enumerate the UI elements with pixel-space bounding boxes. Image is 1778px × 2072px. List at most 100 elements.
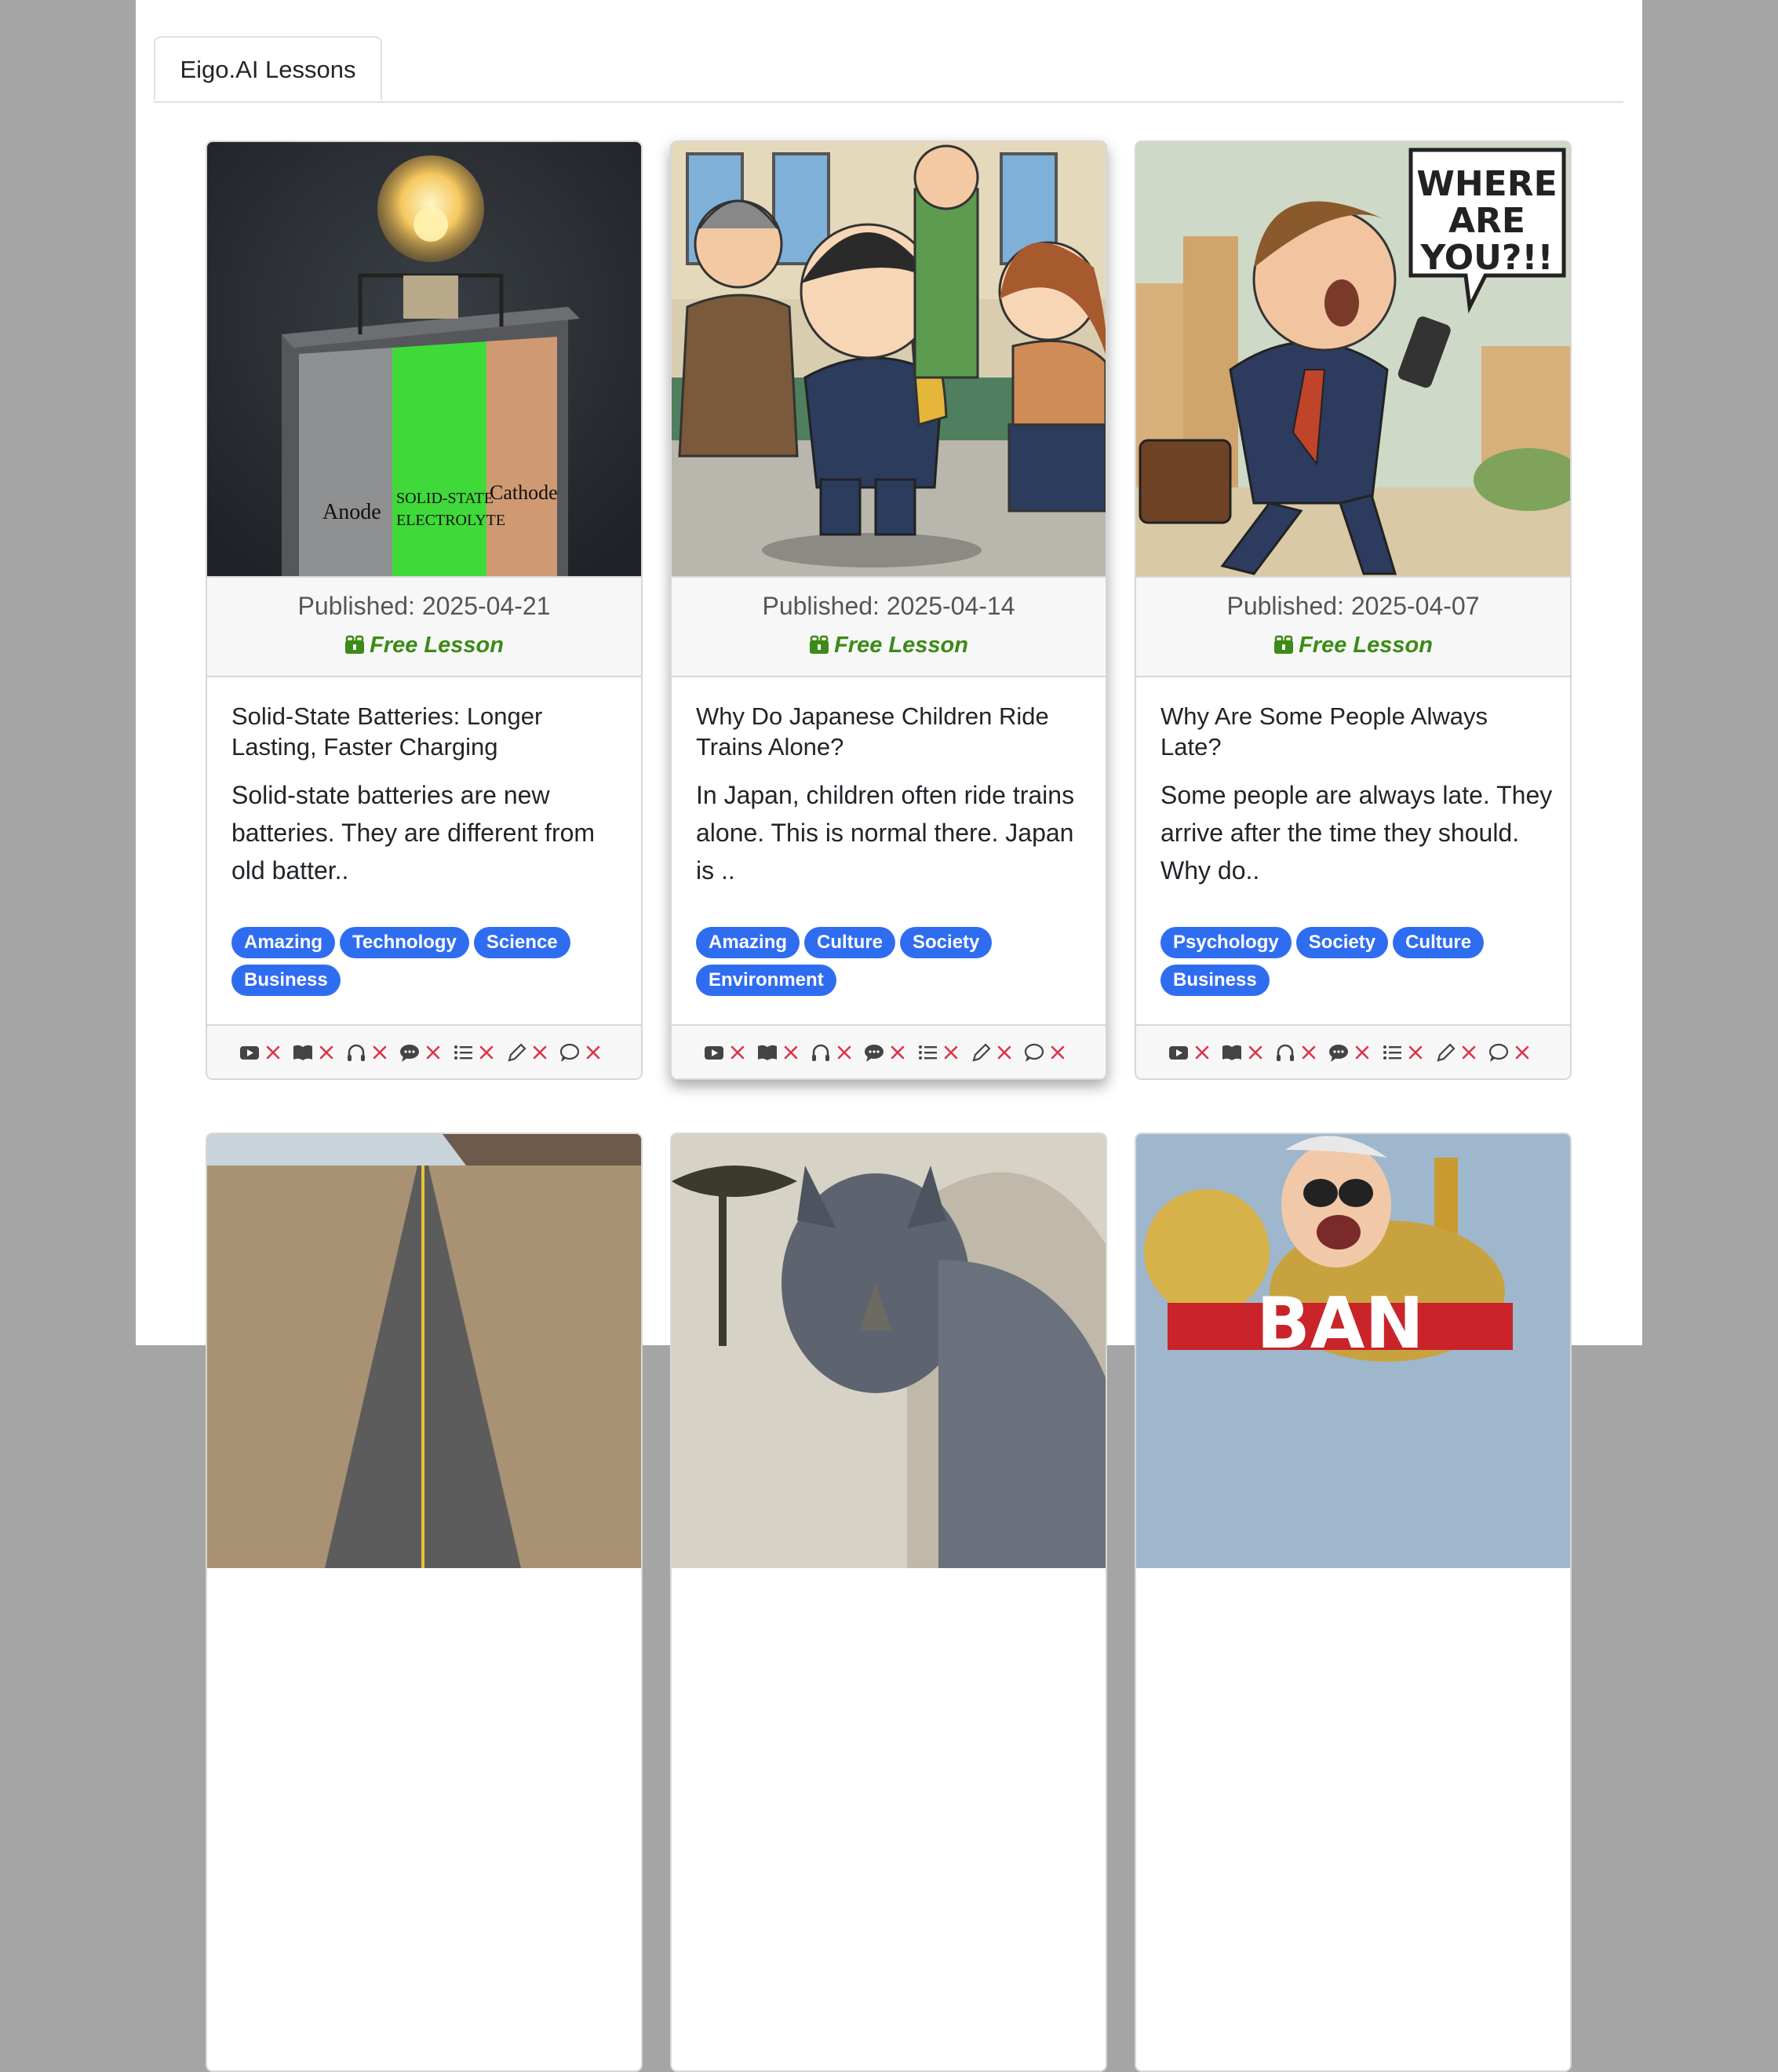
lesson-meta: Published: 2025-04-07 Free Lesson [1136,576,1570,677]
book-icon [1222,1045,1241,1060]
free-lesson-badge: Free Lesson [1136,633,1570,658]
free-lesson-label: Free Lesson [370,633,504,658]
lesson-status-bar [1136,1024,1570,1078]
tab-bar: Eigo.AI Lessons [154,36,1623,103]
tag-list: Amazing Technology Science Business [231,927,624,1002]
cross-icon [944,1045,957,1060]
cross-icon [426,1045,439,1060]
pencil-icon [971,1043,991,1062]
lesson-body: Why Do Japanese Children Ride Trains Alo… [696,701,1088,889]
video-icon [704,1045,723,1060]
lesson-description: Solid-state batteries are new batteries.… [231,781,596,885]
lesson-image-train[interactable] [672,142,1106,576]
lesson-image-battery[interactable]: Anode SOLID-STATE ELECTROLYTE Cathode [207,142,641,576]
lesson-image-rhino[interactable] [672,1134,1106,1568]
cross-icon [731,1045,744,1060]
lesson-meta: Published: 2025-04-21 Free Lesson [207,576,641,677]
cross-icon [373,1045,386,1060]
cross-icon [891,1045,904,1060]
pencil-icon [1436,1043,1456,1062]
list-icon [454,1045,472,1060]
gift-icon [345,635,365,654]
lesson-description: Some people are always late. They arrive… [1160,781,1553,885]
lesson-card[interactable] [670,1133,1107,2072]
tag-business[interactable]: Business [1160,965,1270,996]
lesson-card[interactable] [206,1133,643,2072]
list-icon [918,1045,937,1060]
lesson-title[interactable]: Solid-State Batteries: Longer Lasting, F… [231,701,624,762]
cross-icon [319,1045,333,1060]
tag-culture[interactable]: Culture [1393,927,1485,958]
tag-society[interactable]: Society [900,927,993,958]
chat-icon [1328,1044,1348,1062]
cross-icon [1302,1045,1315,1060]
tag-psychology[interactable]: Psychology [1160,927,1292,958]
cross-icon [1195,1045,1208,1060]
lesson-card[interactable]: WHERE ARE YOU?!! Published: 2025-04-07 F… [1135,140,1572,1080]
tab-eigo-ai-lessons[interactable]: Eigo.AI Lessons [154,36,382,100]
tag-amazing[interactable]: Amazing [231,927,336,958]
lesson-title[interactable]: Why Do Japanese Children Ride Trains Alo… [696,701,1088,762]
chat-icon [864,1044,884,1062]
cross-icon [1515,1045,1528,1060]
tag-environment[interactable]: Environment [696,965,836,996]
cross-icon [1355,1045,1368,1060]
headphones-icon [811,1044,829,1061]
cross-icon [533,1045,546,1060]
tag-culture[interactable]: Culture [804,927,896,958]
lesson-card[interactable]: BAN [1135,1133,1572,2072]
lesson-image-ban[interactable]: BAN [1136,1134,1570,1568]
electrolyte-label-1: SOLID-STATE [396,490,494,507]
tag-society[interactable]: Society [1295,927,1389,958]
comment-icon [559,1043,579,1062]
electrolyte-label-2: ELECTROLYTE [396,512,505,529]
cross-icon [837,1045,851,1060]
free-lesson-badge: Free Lesson [207,633,641,658]
published-date: Published: 2025-04-07 [1226,592,1480,620]
speech-bubble-line-1: WHERE [1416,164,1557,204]
lesson-description: In Japan, children often ride trains alo… [696,781,1075,885]
tag-amazing[interactable]: Amazing [696,927,800,958]
cross-icon [1462,1045,1475,1060]
lesson-card[interactable]: Anode SOLID-STATE ELECTROLYTE Cathode Pu… [206,140,643,1080]
page: Eigo.AI Lessons Anode SOLID-STATE ELECTR… [136,0,1642,2072]
lesson-meta: Published: 2025-04-14 Free Lesson [672,576,1106,677]
published-date: Published: 2025-04-21 [297,592,551,620]
lesson-status-bar [672,1024,1106,1078]
book-icon [757,1045,777,1060]
free-lesson-label: Free Lesson [834,633,968,658]
lesson-card[interactable]: Published: 2025-04-14 Free Lesson Why Do… [670,140,1107,1080]
cross-icon [586,1045,599,1060]
headphones-icon [1276,1044,1294,1061]
headphones-icon [347,1044,365,1061]
lesson-image-late[interactable]: WHERE ARE YOU?!! [1136,142,1570,576]
speech-bubble-line-2: ARE [1448,201,1525,241]
comment-icon [1488,1043,1508,1062]
anode-label: Anode [322,500,381,524]
tag-list: Psychology Society Culture Business [1160,927,1553,1002]
lesson-image-desert-road[interactable] [207,1134,641,1568]
video-icon [1168,1045,1188,1060]
published-date: Published: 2025-04-14 [762,592,1015,620]
lesson-status-bar [207,1024,641,1078]
video-icon [239,1045,259,1060]
cross-icon [784,1045,797,1060]
gift-icon [1274,635,1294,654]
tag-technology[interactable]: Technology [340,927,469,958]
cross-icon [266,1045,279,1060]
cross-icon [1408,1045,1422,1060]
free-lesson-label: Free Lesson [1299,633,1433,658]
cross-icon [479,1045,493,1060]
comment-icon [1024,1043,1044,1062]
cross-icon [997,1045,1011,1060]
cathode-label: Cathode [490,481,558,504]
cross-icon [1051,1045,1064,1060]
lesson-title[interactable]: Why Are Some People Always Late? [1160,701,1553,762]
gift-icon [810,635,829,654]
tag-business[interactable]: Business [231,965,341,996]
tag-science[interactable]: Science [473,927,570,958]
pencil-icon [507,1043,526,1062]
lesson-body: Solid-State Batteries: Longer Lasting, F… [231,701,624,889]
cross-icon [1248,1045,1262,1060]
free-lesson-badge: Free Lesson [672,633,1106,658]
